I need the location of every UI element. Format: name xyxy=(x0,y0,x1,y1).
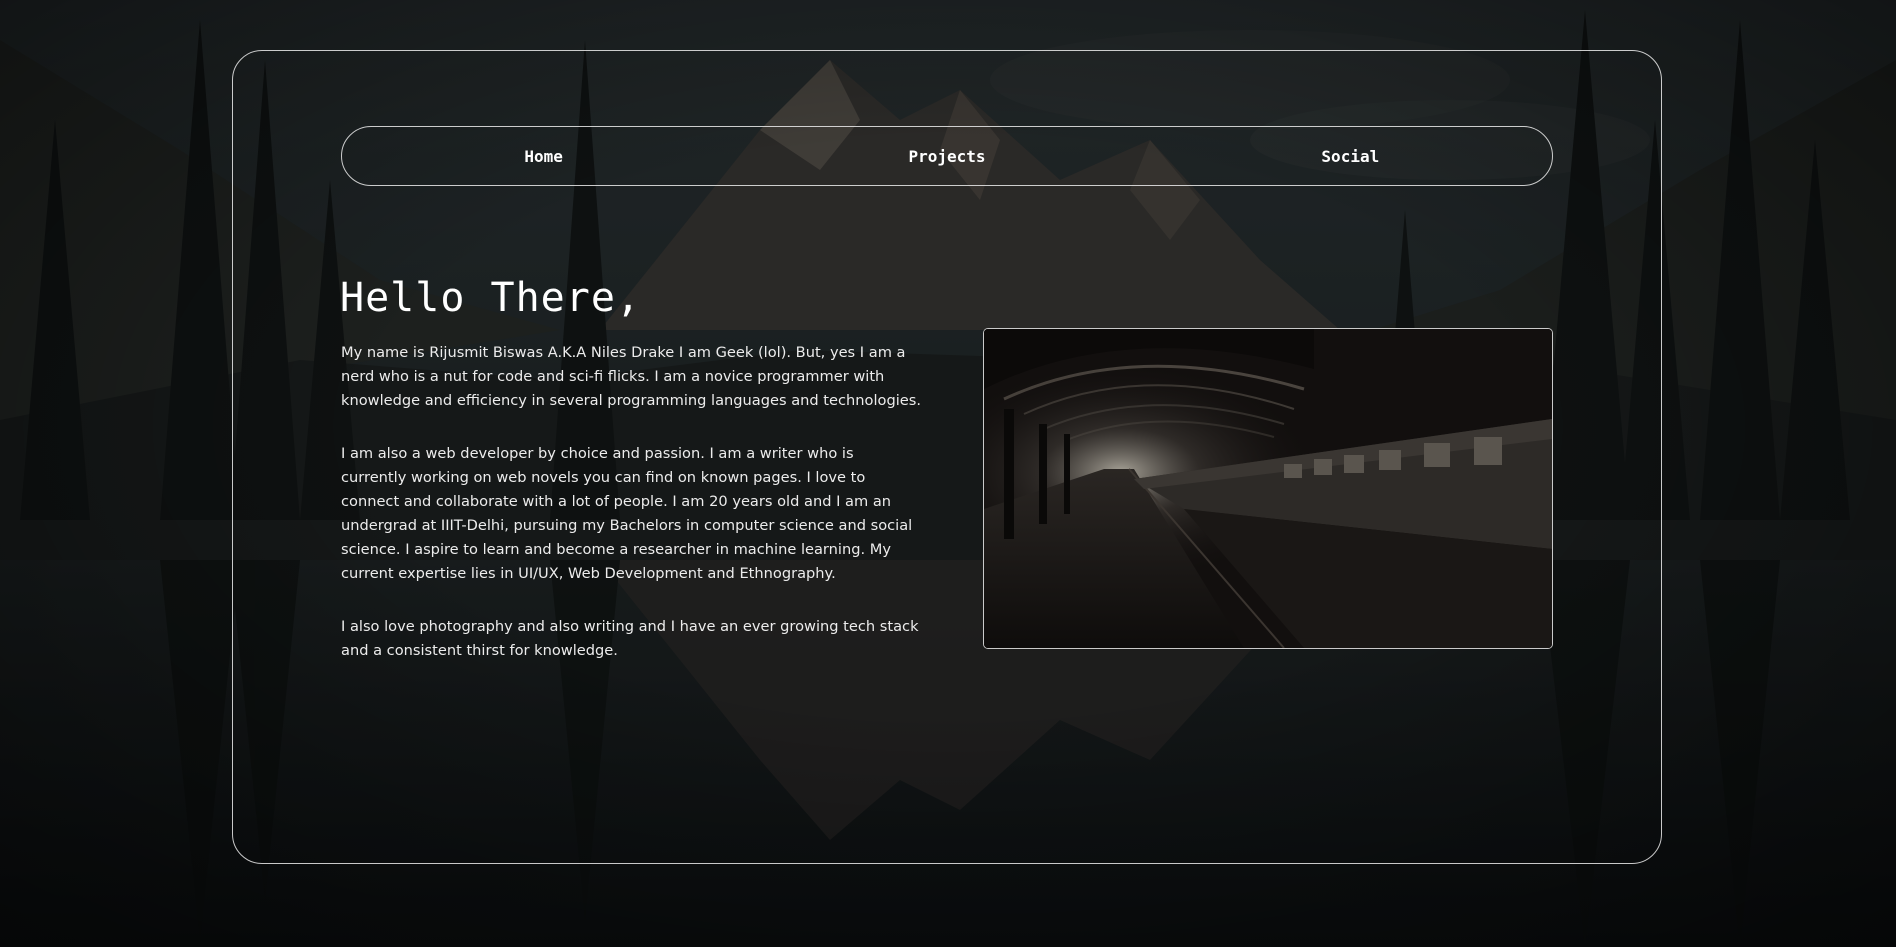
about-section: My name is Rijusmit Biswas A.K.A Niles D… xyxy=(341,341,921,692)
nav-social-link[interactable]: Social xyxy=(1149,147,1552,166)
nav-home-link[interactable]: Home xyxy=(342,147,745,166)
about-paragraph: I am also a web developer by choice and … xyxy=(341,445,913,582)
page-title: Hello There, xyxy=(340,275,641,321)
nav-projects-link[interactable]: Projects xyxy=(745,147,1148,166)
train-station-photo xyxy=(983,328,1553,649)
about-paragraph: My name is Rijusmit Biswas A.K.A Niles D… xyxy=(341,344,921,409)
about-paragraph: I also love photography and also writing… xyxy=(341,618,919,659)
navbar: Home Projects Social xyxy=(341,126,1553,186)
